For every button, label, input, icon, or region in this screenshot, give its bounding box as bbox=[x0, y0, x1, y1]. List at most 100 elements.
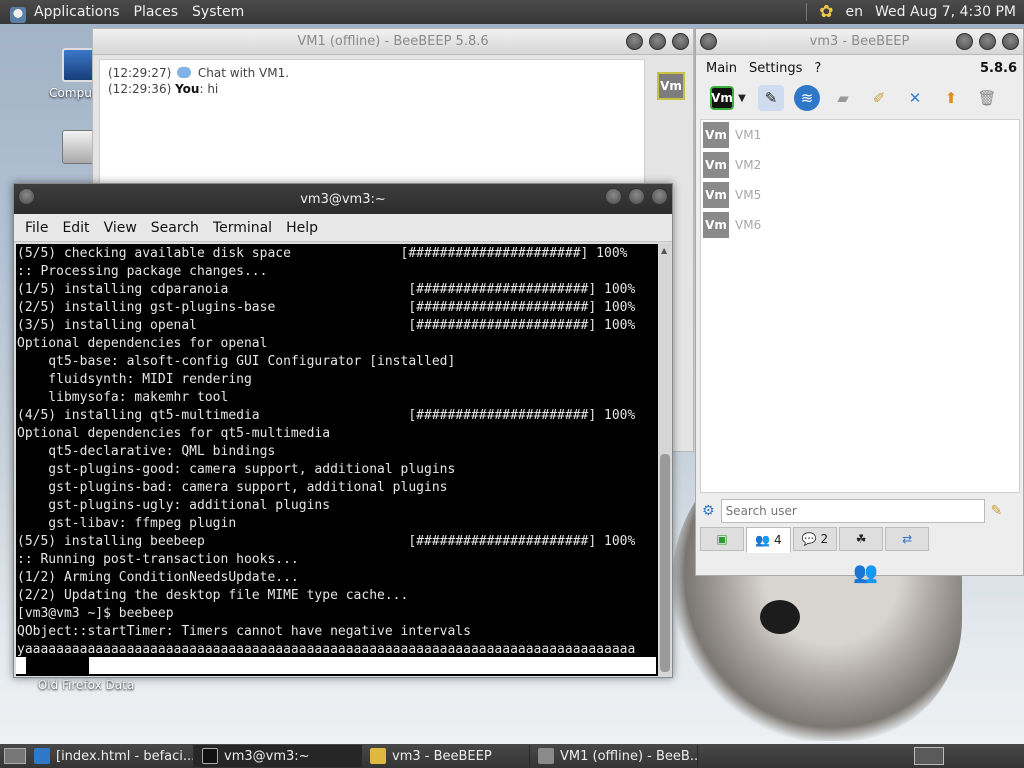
menu-file[interactable]: File bbox=[18, 220, 55, 236]
chat-bubble-icon bbox=[177, 67, 192, 78]
panel-clock[interactable]: Wed Aug 7, 4:30 PM bbox=[875, 4, 1016, 20]
chat-message: (12:29:36) You: hi bbox=[108, 82, 636, 96]
terminal-input-line[interactable] bbox=[16, 657, 656, 674]
beebeep-window-title: vm3 - BeeBEEP bbox=[809, 34, 910, 49]
broadcast-icon[interactable]: ▰ bbox=[830, 85, 856, 111]
terminal-window-buttons bbox=[605, 188, 668, 205]
terminal-line: (4/5) installing qt5-multimedia [#######… bbox=[17, 408, 636, 423]
chat-message: (12:29:27) Chat with VM1. bbox=[108, 66, 636, 80]
bottom-taskbar: [index.html - befaci... vm3@vm3:~ vm3 - … bbox=[0, 744, 1024, 768]
edit-profile-icon[interactable]: ✎ bbox=[758, 85, 784, 111]
message-time: (12:29:27) bbox=[108, 66, 172, 80]
taskbar-task-beebeep[interactable]: vm3 - BeeBEEP bbox=[362, 745, 530, 767]
groups-icon: ☘ bbox=[855, 532, 867, 546]
network-icon[interactable]: ≋ bbox=[794, 85, 820, 111]
taskbar-task-vm1-chat[interactable]: VM1 (offline) - BeeB... bbox=[530, 745, 698, 767]
terminal-line: libmysofa: makemhr tool bbox=[17, 390, 229, 405]
beebeep-menu-button-group bbox=[700, 33, 717, 50]
window-menu-button[interactable] bbox=[18, 188, 35, 205]
user-list-item[interactable]: Vm VM6 bbox=[701, 210, 1019, 240]
menu-settings[interactable]: Settings bbox=[743, 61, 808, 76]
tab-shares[interactable]: ⇄ bbox=[885, 527, 930, 551]
tools-icon[interactable]: ✕ bbox=[902, 85, 928, 111]
terminal-line: gst-plugins-good: camera support, additi… bbox=[17, 462, 456, 477]
my-profile-button[interactable]: Vm bbox=[710, 86, 734, 110]
users-icon: 👥 bbox=[755, 533, 770, 547]
wallpaper-penguin-eye bbox=[760, 600, 800, 634]
scrollbar-thumb[interactable] bbox=[660, 454, 670, 672]
home-screen-icon: ▣ bbox=[716, 532, 728, 546]
share-file-icon[interactable]: ⬆ bbox=[938, 85, 964, 111]
user-list-item[interactable]: Vm VM1 bbox=[701, 120, 1019, 150]
maximize-button[interactable] bbox=[979, 33, 996, 50]
menu-view[interactable]: View bbox=[97, 220, 144, 236]
terminal-window: vm3@vm3:~ File Edit View Search Terminal… bbox=[13, 183, 673, 678]
vm1-window-titlebar[interactable]: VM1 (offline) - BeeBEEP 5.8.6 bbox=[93, 29, 693, 55]
places-menu[interactable]: Places bbox=[127, 4, 186, 20]
tab-chats[interactable]: 💬 2 bbox=[792, 527, 838, 551]
tab-groups[interactable]: ☘ bbox=[839, 527, 884, 551]
version-label: 5.8.6 bbox=[979, 60, 1017, 76]
home-folder-icon bbox=[62, 130, 96, 164]
system-menu[interactable]: System bbox=[185, 4, 251, 20]
menu-help[interactable]: ? bbox=[808, 61, 827, 76]
clear-search-icon[interactable]: ✎ bbox=[991, 503, 1003, 519]
terminal-line: (2/2) Updating the desktop file MIME typ… bbox=[17, 588, 409, 603]
terminal-titlebar[interactable]: vm3@vm3:~ bbox=[14, 184, 672, 214]
tab-users[interactable]: 👥 4 bbox=[746, 527, 791, 553]
minimize-button[interactable] bbox=[626, 33, 643, 50]
terminal-line: (5/5) installing beebeep [##############… bbox=[17, 534, 636, 549]
terminal-line: (1/5) installing cdparanoia [###########… bbox=[17, 282, 636, 297]
beebeep-tray-icon[interactable]: ✿ bbox=[819, 2, 833, 22]
close-button[interactable] bbox=[651, 188, 668, 205]
taskbar-task-terminal[interactable]: vm3@vm3:~ bbox=[194, 745, 362, 767]
menu-search[interactable]: Search bbox=[144, 220, 206, 236]
search-icon: ⚙ bbox=[702, 503, 715, 519]
close-button[interactable] bbox=[1002, 33, 1019, 50]
window-menu-button[interactable] bbox=[700, 33, 717, 50]
terminal-output[interactable]: (5/5) checking available disk space [###… bbox=[16, 244, 658, 676]
search-user-input[interactable] bbox=[720, 499, 985, 523]
top-panel: Applications Places System ✿ en Wed Aug … bbox=[0, 0, 1024, 24]
close-button[interactable] bbox=[672, 33, 689, 50]
menu-edit[interactable]: Edit bbox=[55, 220, 96, 236]
applications-menu[interactable]: Applications bbox=[0, 4, 127, 23]
show-desktop-button[interactable] bbox=[4, 748, 26, 764]
keyboard-layout-indicator[interactable]: en bbox=[846, 4, 864, 20]
vm1-window-buttons bbox=[626, 33, 689, 50]
user-list-item[interactable]: Vm VM2 bbox=[701, 150, 1019, 180]
chats-icon: 💬 bbox=[801, 532, 817, 546]
terminal-line: Optional dependencies for qt5-multimedia bbox=[17, 426, 331, 441]
desktop-icon-old-firefox-data[interactable]: Old Firefox Data bbox=[26, 678, 146, 692]
menu-main[interactable]: Main bbox=[700, 61, 743, 76]
terminal-menubar: File Edit View Search Terminal Help bbox=[14, 214, 672, 242]
user-list-item[interactable]: Vm VM5 bbox=[701, 180, 1019, 210]
user-name: VM2 bbox=[735, 158, 762, 172]
minimize-button[interactable] bbox=[605, 188, 622, 205]
menu-help[interactable]: Help bbox=[279, 220, 325, 236]
terminal-cursor bbox=[26, 657, 89, 674]
write-message-icon[interactable]: ✐ bbox=[866, 85, 892, 111]
workspace-switcher[interactable] bbox=[914, 747, 944, 765]
terminal-line: :: Processing package changes... bbox=[17, 264, 268, 279]
terminal-line: (1/2) Arming ConditionNeedsUpdate... bbox=[17, 570, 299, 585]
tab-home[interactable]: ▣ bbox=[700, 527, 744, 551]
terminal-line: Optional dependencies for openal bbox=[17, 336, 268, 351]
tray-separator bbox=[806, 3, 808, 21]
scroll-up-arrow-icon[interactable]: ▲ bbox=[661, 246, 667, 255]
menu-terminal[interactable]: Terminal bbox=[206, 220, 279, 236]
beebeep-titlebar[interactable]: vm3 - BeeBEEP bbox=[696, 29, 1023, 55]
chat-user-avatar[interactable]: Vm bbox=[657, 72, 685, 100]
terminal-line: fluidsynth: MIDI rendering bbox=[17, 372, 252, 387]
trash-icon[interactable]: 🗑 bbox=[974, 85, 1000, 111]
terminal-line: [vm3@vm3 ~]$ beebeep bbox=[17, 606, 174, 621]
taskbar-task-vscode[interactable]: [index.html - befaci... bbox=[26, 745, 194, 767]
beebeep-tabs: ▣ 👥 4 💬 2 ☘ ⇄ bbox=[700, 527, 930, 553]
user-name: VM6 bbox=[735, 218, 762, 232]
dropdown-arrow-icon[interactable]: ▼ bbox=[736, 85, 748, 111]
maximize-button[interactable] bbox=[649, 33, 666, 50]
terminal-scrollbar[interactable]: ▲ bbox=[659, 244, 671, 676]
maximize-button[interactable] bbox=[628, 188, 645, 205]
beebeep-icon bbox=[370, 748, 386, 764]
minimize-button[interactable] bbox=[956, 33, 973, 50]
